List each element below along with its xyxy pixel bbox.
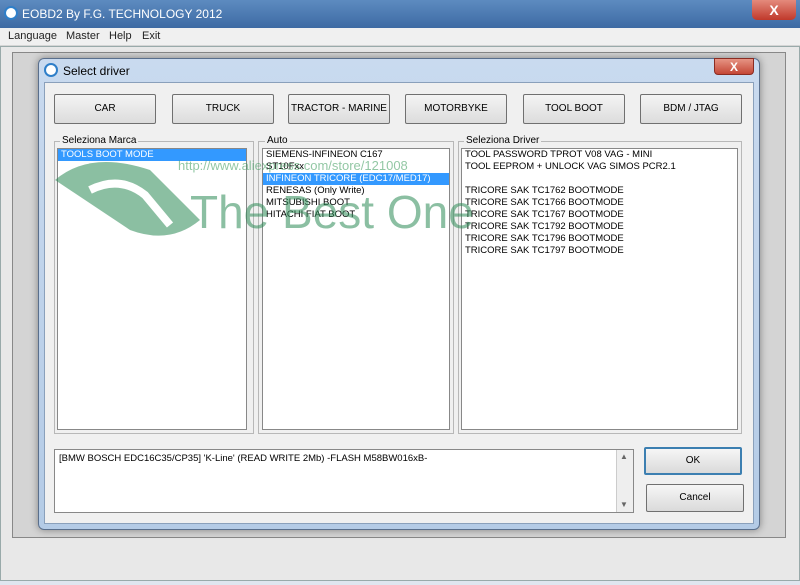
- dialog-title: Select driver: [63, 64, 130, 78]
- menu-language[interactable]: Language: [8, 30, 57, 42]
- tool-boot-button[interactable]: TOOL BOOT: [523, 94, 625, 124]
- watermark-text: The Best One: [190, 186, 474, 238]
- scroll-up-icon[interactable]: ▲: [620, 452, 628, 461]
- tractor-marine-button[interactable]: TRACTOR - MARINE: [288, 94, 390, 124]
- memo-scrollbar[interactable]: ▲ ▼: [616, 450, 633, 512]
- menu-master[interactable]: Master: [66, 30, 100, 42]
- driver-item[interactable]: TRICORE SAK TC1792 BOOTMODE: [462, 221, 737, 233]
- app-icon: [4, 6, 18, 20]
- dialog-icon: [44, 63, 58, 77]
- driver-legend: Seleziona Driver: [464, 135, 542, 146]
- menu-exit[interactable]: Exit: [142, 30, 160, 42]
- driver-item[interactable]: TRICORE SAK TC1797 BOOTMODE: [462, 245, 737, 257]
- driver-info-text: [BMW BOSCH EDC16C35/CP35] 'K-Line' (READ…: [59, 453, 428, 464]
- driver-item[interactable]: TRICORE SAK TC1766 BOOTMODE: [462, 197, 737, 209]
- app-title: EOBD2 By F.G. TECHNOLOGY 2012: [22, 7, 223, 21]
- ok-button[interactable]: OK: [644, 447, 742, 475]
- app-close-button[interactable]: X: [752, 0, 796, 20]
- driver-info-memo[interactable]: [BMW BOSCH EDC16C35/CP35] 'K-Line' (READ…: [54, 449, 634, 513]
- watermark-url: http://www.aliexpress.com/store/121008: [178, 158, 408, 173]
- auto-legend: Auto: [265, 135, 290, 146]
- car-button[interactable]: CAR: [54, 94, 156, 124]
- driver-item[interactable]: [462, 173, 737, 185]
- driver-listbox[interactable]: TOOL PASSWORD TPROT V08 VAG - MINI TOOL …: [461, 148, 738, 430]
- dialog-close-button[interactable]: X: [714, 58, 754, 75]
- driver-item[interactable]: TOOL PASSWORD TPROT V08 VAG - MINI: [462, 149, 737, 161]
- driver-item[interactable]: TRICORE SAK TC1762 BOOTMODE: [462, 185, 737, 197]
- motorbyke-button[interactable]: MOTORBYKE: [405, 94, 507, 124]
- bdm-jtag-button[interactable]: BDM / JTAG: [640, 94, 742, 124]
- auto-item[interactable]: INFINEON TRICORE (EDC17/MED17): [263, 173, 449, 185]
- driver-item[interactable]: TRICORE SAK TC1796 BOOTMODE: [462, 233, 737, 245]
- scroll-down-icon[interactable]: ▼: [620, 500, 628, 509]
- cancel-button[interactable]: Cancel: [646, 484, 744, 512]
- driver-item[interactable]: TOOL EEPROM + UNLOCK VAG SIMOS PCR2.1: [462, 161, 737, 173]
- menu-help[interactable]: Help: [109, 30, 132, 42]
- truck-button[interactable]: TRUCK: [172, 94, 274, 124]
- driver-item[interactable]: TRICORE SAK TC1767 BOOTMODE: [462, 209, 737, 221]
- marca-legend: Seleziona Marca: [60, 135, 139, 146]
- app-titlebar: EOBD2 By F.G. TECHNOLOGY 2012 X: [0, 0, 800, 28]
- menu-bar: Language Master Help Exit: [0, 28, 800, 46]
